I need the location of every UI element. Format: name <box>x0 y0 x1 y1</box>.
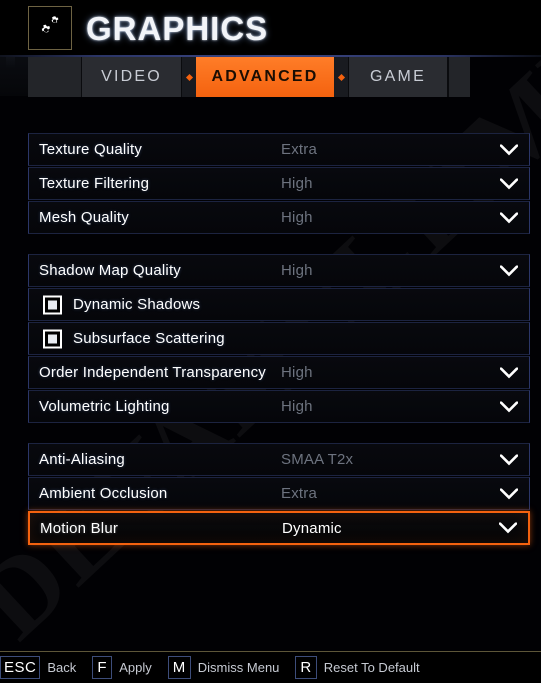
footer-action-apply[interactable]: F Apply <box>92 652 168 683</box>
setting-label: Volumetric Lighting <box>39 398 170 415</box>
tab-bar: VIDEO ADVANCED GAME <box>28 57 470 97</box>
chevron-down-icon[interactable] <box>500 265 518 276</box>
header-divider <box>0 55 541 57</box>
checkbox-checked-icon[interactable] <box>43 329 62 348</box>
gears-icon <box>28 6 72 50</box>
footer-action-label: Apply <box>119 660 152 675</box>
footer-action-label: Back <box>47 660 77 675</box>
setting-row-order-independent-transparency[interactable]: Order Independent Transparency High <box>28 356 530 389</box>
options-group: Anti-Aliasing SMAA T2x Ambient Occlusion… <box>28 443 530 545</box>
graphics-settings-screen: DEVAMULTIMEDIA GRAPHICS VIDEO ADV <box>0 0 541 683</box>
footer-action-label: Dismiss Menu <box>197 660 280 675</box>
setting-row-texture-quality[interactable]: Texture Quality Extra <box>28 133 530 166</box>
checkbox-fill <box>48 334 57 343</box>
setting-value: High <box>281 209 313 226</box>
options-group: Texture Quality Extra Texture Filtering … <box>28 133 530 234</box>
checkbox-fill <box>48 300 57 309</box>
tab-advanced[interactable]: ADVANCED <box>196 57 334 97</box>
footer-hint-bar: ESC Back F Apply M Dismiss Menu R Reset … <box>0 652 541 683</box>
footer-action-back[interactable]: ESC Back <box>0 652 92 683</box>
setting-value: High <box>281 175 313 192</box>
setting-label: Anti-Aliasing <box>39 451 125 468</box>
setting-row-dynamic-shadows[interactable]: Dynamic Shadows <box>28 288 530 321</box>
setting-row-subsurface-scattering[interactable]: Subsurface Scattering <box>28 322 530 355</box>
chevron-down-icon[interactable] <box>499 522 517 534</box>
footer-action-dismiss-menu[interactable]: M Dismiss Menu <box>167 652 296 683</box>
setting-row-ambient-occlusion[interactable]: Ambient Occlusion Extra <box>28 477 530 510</box>
setting-row-shadow-map-quality[interactable]: Shadow Map Quality High <box>28 254 530 287</box>
chevron-down-icon[interactable] <box>500 454 518 465</box>
setting-label: Motion Blur <box>40 519 119 537</box>
chevron-down-icon[interactable] <box>500 212 518 223</box>
setting-value: Extra <box>281 485 318 502</box>
setting-label: Texture Filtering <box>39 175 150 192</box>
page-header: GRAPHICS <box>0 0 541 56</box>
diamond-icon <box>337 73 345 81</box>
setting-row-texture-filtering[interactable]: Texture Filtering High <box>28 167 530 200</box>
tab-separator-right <box>334 57 348 97</box>
key-badge-r: R <box>295 656 317 679</box>
chevron-down-icon[interactable] <box>500 144 518 155</box>
options-group: Shadow Map Quality High Dynamic Shadows … <box>28 254 530 423</box>
setting-value: High <box>281 364 313 381</box>
setting-label: Mesh Quality <box>39 209 129 226</box>
tab-separator-left <box>182 57 196 97</box>
setting-label: Texture Quality <box>39 141 143 158</box>
setting-value: High <box>281 398 313 415</box>
tab-game[interactable]: GAME <box>348 57 448 97</box>
chevron-down-icon[interactable] <box>500 178 518 189</box>
diamond-icon <box>185 73 193 81</box>
tab-video[interactable]: VIDEO <box>82 57 182 97</box>
footer-action-reset-to-default[interactable]: R Reset To Default <box>295 652 435 683</box>
chevron-down-icon[interactable] <box>500 367 518 378</box>
setting-label: Ambient Occlusion <box>39 485 168 502</box>
setting-label: Shadow Map Quality <box>39 262 182 279</box>
footer-action-label: Reset To Default <box>323 660 420 675</box>
key-badge-m: M <box>167 656 191 679</box>
key-badge-f: F <box>92 656 113 679</box>
setting-row-mesh-quality[interactable]: Mesh Quality High <box>28 201 530 234</box>
page-title: GRAPHICS <box>86 9 269 47</box>
key-badge-esc: ESC <box>0 656 41 679</box>
tab-spacer-right <box>448 57 470 97</box>
setting-value: High <box>281 262 313 279</box>
tab-spacer-left <box>28 57 82 97</box>
options-list: Texture Quality Extra Texture Filtering … <box>28 133 530 545</box>
setting-label: Order Independent Transparency <box>39 364 266 381</box>
setting-row-volumetric-lighting[interactable]: Volumetric Lighting High <box>28 390 530 423</box>
setting-row-motion-blur[interactable]: Motion Blur Dynamic <box>28 511 530 545</box>
setting-value: Extra <box>281 141 318 158</box>
setting-value: SMAA T2x <box>281 451 354 468</box>
setting-row-anti-aliasing[interactable]: Anti-Aliasing SMAA T2x <box>28 443 530 476</box>
checkbox-checked-icon[interactable] <box>43 295 62 314</box>
chevron-down-icon[interactable] <box>500 488 518 499</box>
setting-value: Dynamic <box>282 519 342 537</box>
chevron-down-icon[interactable] <box>500 401 518 412</box>
